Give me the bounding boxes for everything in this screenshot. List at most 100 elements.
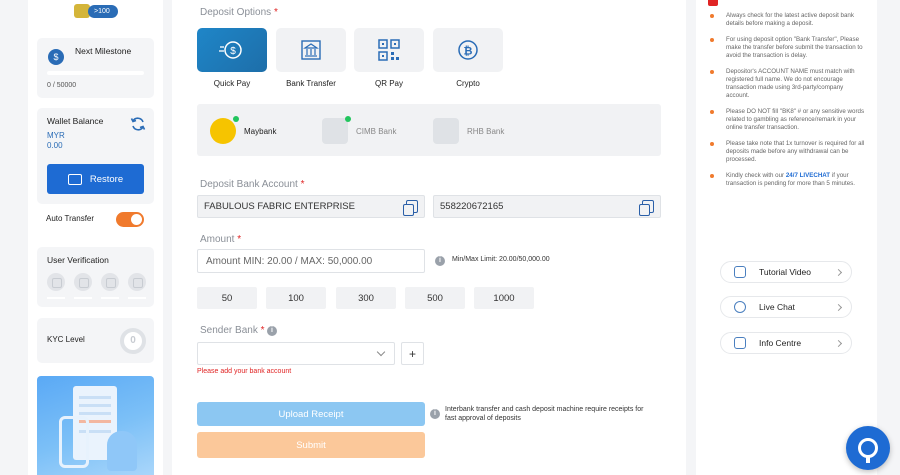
bank-list: Maybank CIMB Bank RHB Bank [197, 104, 661, 156]
rhb-logo-icon [433, 118, 459, 144]
restore-label: Restore [89, 173, 124, 185]
user-verification-card: User Verification [37, 247, 154, 307]
phone-icon[interactable] [101, 273, 119, 291]
sender-bank-select[interactable] [197, 342, 395, 365]
chevron-right-icon [834, 268, 843, 277]
copy-icon[interactable] [639, 200, 654, 216]
toggle-knob [131, 214, 142, 225]
milestone-value: 0 / 50000 [47, 82, 77, 89]
account-number: 558220672165 [440, 201, 504, 212]
user-verification-label: User Verification [47, 255, 109, 265]
account-number-field: 558220672165 [433, 195, 661, 218]
hand-illustration [107, 431, 137, 471]
info-icon[interactable]: i [267, 326, 277, 336]
verification-bars [47, 297, 146, 299]
vip-badge-label: >100 [88, 4, 118, 18]
notice-item: Always check for the latest active depos… [708, 12, 868, 28]
quick-amount-500[interactable]: 500 [405, 287, 465, 309]
wallet-amount: 0.00 [47, 141, 63, 150]
upload-receipt-button[interactable]: Upload Receipt [197, 402, 425, 426]
milestone-card: $ Next Milestone 0 / 50000 [37, 38, 154, 98]
auto-transfer-toggle[interactable] [116, 212, 144, 227]
bank-transfer-label: Bank Transfer [286, 79, 336, 88]
notice-list: Always check for the latest active depos… [708, 12, 868, 196]
email-icon[interactable] [74, 273, 92, 291]
qr-pay-label: QR Pay [374, 79, 403, 88]
info-icon[interactable]: i [435, 256, 445, 266]
submit-button[interactable]: Submit [197, 432, 425, 458]
info-centre-icon [734, 337, 746, 349]
deposit-bank-account-title: Deposit Bank Account * [200, 179, 305, 190]
add-bank-button[interactable]: + [401, 342, 424, 365]
account-name: FABULOUS FABRIC ENTERPRISE [204, 201, 355, 212]
bank-rhb[interactable]: RHB Bank [433, 118, 504, 144]
auto-transfer-label: Auto Transfer [46, 214, 95, 223]
phone-illustration [59, 416, 89, 468]
kyc-label: KYC Level [47, 335, 85, 344]
chevron-right-icon [834, 303, 843, 312]
bank-cimb[interactable]: CIMB Bank [322, 116, 397, 144]
bank-name: RHB Bank [467, 126, 505, 136]
sender-bank-title: Sender Bank * [200, 325, 265, 336]
milestone-title: Next Milestone [75, 46, 132, 56]
notice-item: For using deposit option "Bank Transfer"… [708, 36, 868, 60]
wallet-label: Wallet Balance [47, 116, 104, 126]
milestone-progress-bar [47, 71, 144, 75]
notice-item: Please take note that 1x turnover is req… [708, 140, 868, 164]
sidebar: >100 $ Next Milestone 0 / 50000 Wallet B… [28, 0, 163, 475]
qr-code-icon [378, 39, 400, 61]
tutorial-video-button[interactable]: Tutorial Video [720, 261, 852, 283]
livechat-link[interactable]: 24/7 LIVECHAT [786, 172, 830, 179]
quick-pay-label: Quick Pay [213, 79, 251, 88]
bitcoin-icon: ₿ [458, 40, 478, 60]
option-bank-transfer[interactable] [276, 28, 346, 72]
cimb-logo-icon [322, 116, 351, 144]
live-chat-button[interactable]: Live Chat [720, 296, 852, 318]
quick-amount-300[interactable]: 300 [336, 287, 396, 309]
chevron-right-icon [834, 339, 843, 348]
bank-icon [301, 40, 321, 60]
chat-icon [734, 301, 746, 313]
bank-name: CIMB Bank [356, 126, 397, 136]
notice-item-livechat: Kindly check with our 24/7 LIVECHAT if y… [708, 172, 868, 188]
wallet-currency: MYR [47, 131, 65, 140]
copy-icon[interactable] [403, 200, 418, 216]
bank-card-icon[interactable] [128, 273, 146, 291]
milestone-icon: $ [48, 49, 64, 65]
notice-item: Please DO NOT fill "BK8" # or any sensit… [708, 108, 868, 132]
account-name-field: FABULOUS FABRIC ENTERPRISE [197, 195, 425, 218]
quick-amount-50[interactable]: 50 [197, 287, 257, 309]
info-centre-button[interactable]: Info Centre [720, 332, 852, 354]
crypto-label: Crypto [456, 79, 480, 88]
option-crypto[interactable]: ₿ [433, 28, 503, 72]
live-chat-fab[interactable] [846, 426, 890, 470]
user-icon[interactable] [47, 273, 65, 291]
info-icon[interactable]: i [430, 409, 440, 419]
wallet-card: Wallet Balance MYR 0.00 Restore [37, 108, 154, 204]
live-chat-label: Live Chat [759, 302, 795, 312]
bank-name: Maybank [244, 126, 277, 136]
chevron-down-icon [376, 347, 386, 357]
maybank-logo-icon [210, 116, 239, 144]
option-qr-pay[interactable] [354, 28, 424, 72]
kyc-level-badge: 0 [120, 328, 146, 354]
notice-item: Depositor's ACCOUNT NAME must match with… [708, 68, 868, 100]
restore-button[interactable]: Restore [47, 164, 144, 194]
promo-banner[interactable] [37, 376, 154, 475]
quick-amount-100[interactable]: 100 [266, 287, 326, 309]
quick-pay-icon: $ [219, 41, 242, 59]
kyc-card: KYC Level 0 [37, 318, 154, 363]
amount-input[interactable] [197, 249, 425, 273]
notice-icon [708, 0, 718, 6]
svg-text:$: $ [230, 46, 236, 57]
deposit-options-title: Deposit Options * [200, 7, 278, 18]
info-centre-label: Info Centre [759, 338, 802, 348]
bank-maybank[interactable]: Maybank [210, 116, 277, 144]
option-quick-pay[interactable]: $ [197, 28, 267, 72]
sender-bank-error: Please add your bank account [197, 368, 292, 375]
quick-amount-1000[interactable]: 1000 [474, 287, 534, 309]
refresh-icon[interactable] [130, 116, 146, 132]
min-max-limit: Min/Max Limit: 20.00/50,000.00 [452, 256, 550, 263]
deposit-panel: Deposit Options * $ ₿ Quick Pay Bank Tra… [172, 0, 686, 475]
vip-badge: >100 [74, 4, 118, 18]
